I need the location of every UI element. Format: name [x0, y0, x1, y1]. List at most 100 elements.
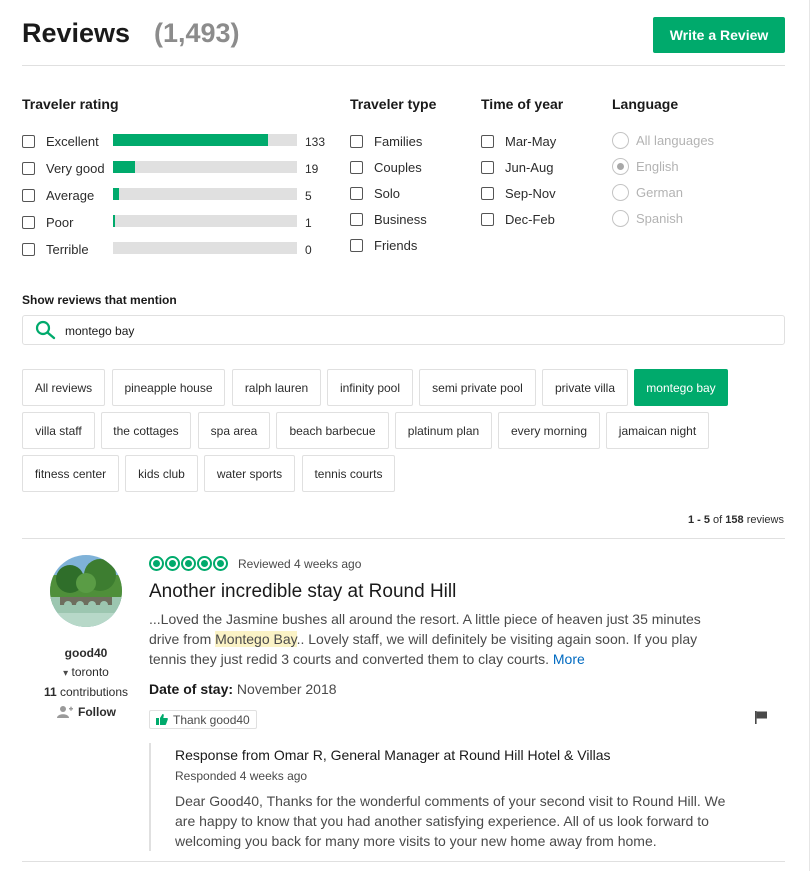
type-filter-families[interactable]: Families [350, 133, 422, 149]
review-body: ...Loved the Jasmine bushes all around t… [149, 609, 719, 669]
tag-water-sports[interactable]: water sports [204, 455, 295, 492]
language-option-english[interactable]: English [612, 157, 679, 175]
tag-platinum-plan[interactable]: platinum plan [395, 412, 492, 449]
tag-pineapple-house[interactable]: pineapple house [112, 369, 225, 406]
thank-button[interactable]: Thank good40 [149, 710, 257, 729]
radio-button[interactable] [612, 183, 629, 201]
type-label: Business [374, 211, 427, 227]
type-label: Families [374, 133, 423, 149]
response-date: Responded 4 weeks ago [175, 769, 308, 783]
checkbox[interactable] [350, 134, 363, 148]
avatar-image [50, 555, 122, 627]
rating-filter-average[interactable]: Average [22, 187, 94, 203]
rating-label: Terrible [46, 241, 89, 257]
rating-count: 1 [305, 216, 312, 230]
language-heading: Language [612, 96, 679, 112]
radio-button-selected[interactable] [612, 157, 629, 175]
language-label: Spanish [636, 210, 683, 226]
date-of-stay-value: November 2018 [236, 681, 337, 697]
tag-beach-barbecue[interactable]: beach barbecue [276, 412, 389, 449]
language-option-spanish[interactable]: Spanish [612, 209, 683, 227]
rating-filter-poor[interactable]: Poor [22, 214, 73, 230]
checkbox[interactable] [350, 238, 363, 252]
tag-every-morning[interactable]: every morning [498, 412, 600, 449]
season-filter-sep-nov[interactable]: Sep-Nov [481, 185, 556, 201]
checkbox[interactable] [22, 215, 35, 229]
pagination-summary: 1 - 5 of 158 reviews [688, 514, 784, 526]
user-name[interactable]: good40 [22, 646, 150, 660]
season-filter-dec-feb[interactable]: Dec-Feb [481, 211, 555, 227]
tag-the-cottages[interactable]: the cottages [101, 412, 191, 449]
season-label: Sep-Nov [505, 185, 556, 201]
write-review-button[interactable]: Write a Review [653, 17, 785, 53]
checkbox[interactable] [22, 161, 35, 175]
checkbox[interactable] [481, 160, 494, 174]
type-filter-friends[interactable]: Friends [350, 237, 417, 253]
user-contributions: 11 contributions [22, 685, 150, 699]
rating-label: Poor [46, 214, 74, 230]
tag-private-villa[interactable]: private villa [542, 369, 628, 406]
rating-filter-terrible[interactable]: Terrible [22, 241, 89, 257]
type-label: Couples [374, 159, 422, 175]
season-label: Jun-Aug [505, 159, 554, 175]
checkbox[interactable] [350, 186, 363, 200]
avatar[interactable] [50, 555, 122, 627]
mention-search-input[interactable]: montego bay [22, 315, 785, 345]
tag-ralph-lauren[interactable]: ralph lauren [232, 369, 321, 406]
checkbox[interactable] [22, 134, 35, 148]
rating-bar-poor [113, 215, 297, 227]
season-filter-mar-may[interactable]: Mar-May [481, 133, 556, 149]
tag-montego-bay-active[interactable]: montego bay [634, 369, 728, 406]
checkbox[interactable] [481, 134, 494, 148]
contributions-count: 11 [43, 685, 57, 699]
radio-button[interactable] [612, 131, 629, 149]
type-filter-solo[interactable]: Solo [350, 185, 400, 201]
rating-count: 5 [305, 189, 312, 203]
tag-infinity-pool[interactable]: infinity pool [327, 369, 413, 406]
rating-label: Excellent [46, 133, 99, 149]
rating-filter-very-good[interactable]: Very good [22, 160, 105, 176]
management-response: Response from Omar R, General Manager at… [149, 743, 749, 851]
language-option-german[interactable]: German [612, 183, 683, 201]
page-range: 1 - 5 [687, 514, 710, 526]
checkbox[interactable] [481, 212, 494, 226]
mention-heading: Show reviews that mention [22, 293, 177, 307]
tag-semi-private-pool[interactable]: semi private pool [419, 369, 536, 406]
review-highlight: Montego Bay [215, 631, 297, 647]
rating-bar-average [113, 188, 297, 200]
checkbox[interactable] [22, 188, 35, 202]
time-of-year-heading: Time of year [481, 96, 564, 112]
tag-spa-area[interactable]: spa area [198, 412, 270, 449]
type-filter-couples[interactable]: Couples [350, 159, 422, 175]
type-label: Friends [374, 237, 418, 253]
tag-villa-staff[interactable]: villa staff [22, 412, 95, 449]
season-label: Mar-May [505, 133, 557, 149]
season-filter-jun-aug[interactable]: Jun-Aug [481, 159, 553, 175]
tag-jamaican-night[interactable]: jamaican night [606, 412, 709, 449]
review-title[interactable]: Another incredible stay at Round Hill [149, 581, 456, 603]
checkbox[interactable] [350, 212, 363, 226]
rating-label: Very good [46, 160, 105, 176]
tag-kids-club[interactable]: kids club [125, 455, 198, 492]
search-icon [35, 320, 56, 340]
rating-bubbles [149, 556, 229, 571]
follow-button[interactable]: Follow [56, 703, 116, 721]
checkbox[interactable] [481, 186, 494, 200]
flag-icon[interactable] [754, 710, 768, 724]
traveler-type-heading: Traveler type [350, 96, 437, 112]
tag-tennis-courts[interactable]: tennis courts [302, 455, 395, 492]
more-link[interactable]: More [553, 651, 585, 667]
tag-all-reviews[interactable]: All reviews [22, 369, 105, 406]
rating-bar-fill [113, 215, 115, 227]
review-date: Reviewed 4 weeks ago [238, 557, 362, 571]
type-filter-business[interactable]: Business [350, 211, 427, 227]
checkbox[interactable] [22, 242, 35, 256]
radio-button[interactable] [612, 209, 629, 227]
follow-label: Follow [78, 705, 116, 719]
checkbox[interactable] [350, 160, 363, 174]
language-option-all[interactable]: All languages [612, 131, 714, 149]
tag-fitness-center[interactable]: fitness center [22, 455, 119, 492]
rating-filter-excellent[interactable]: Excellent [22, 133, 99, 149]
reviews-page: Reviews (1,493) Write a Review Traveler … [0, 0, 810, 871]
review-divider [22, 538, 785, 539]
